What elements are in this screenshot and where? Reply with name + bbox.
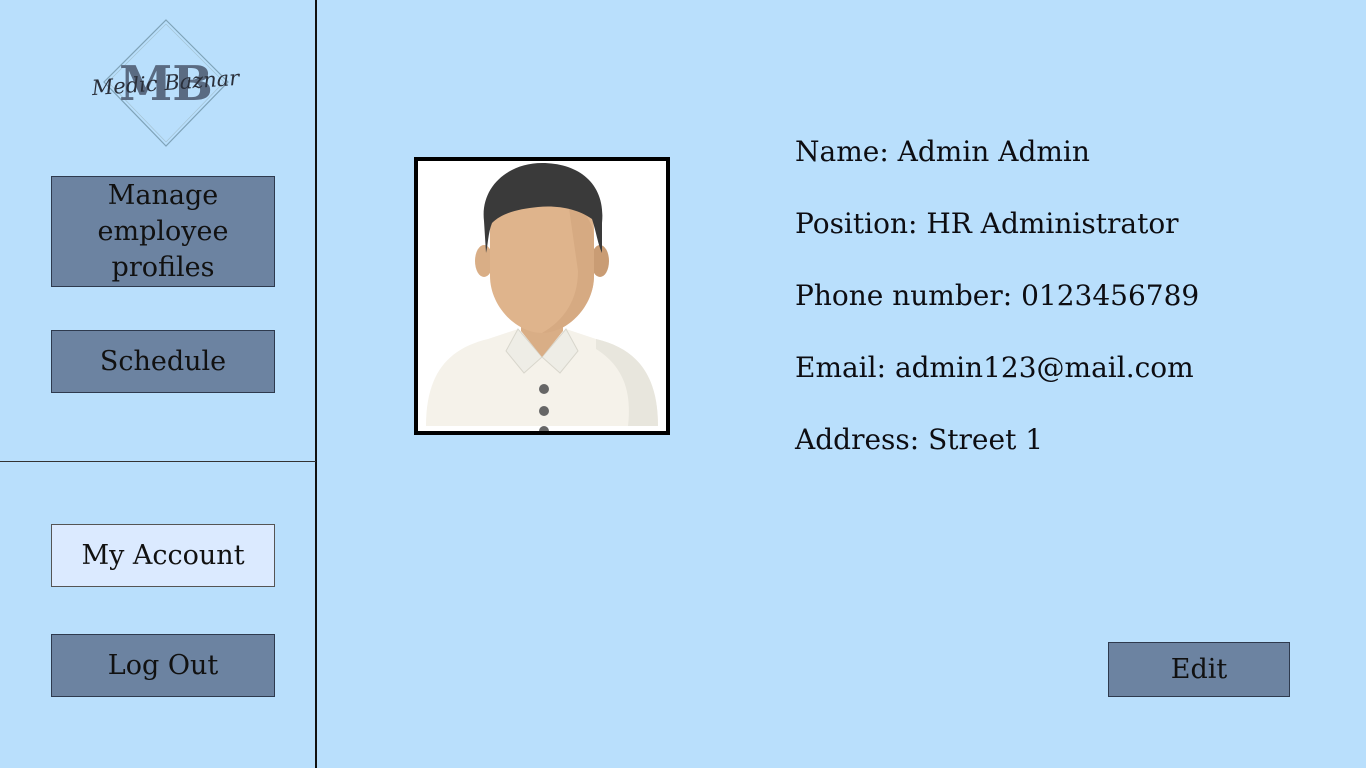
position-row: Position: HR Administrator: [795, 204, 1199, 276]
schedule-button[interactable]: Schedule: [51, 330, 275, 393]
name-label: Name:: [795, 135, 889, 168]
position-value: HR Administrator: [926, 207, 1179, 240]
sidebar: MB Medic Baznar Manage employee profiles…: [0, 0, 317, 768]
sidebar-divider: [0, 461, 316, 462]
log-out-button[interactable]: Log Out: [51, 634, 275, 697]
phone-value: 0123456789: [1021, 279, 1200, 312]
edit-button[interactable]: Edit: [1108, 642, 1290, 697]
my-account-label: My Account: [81, 539, 245, 571]
manage-employee-profiles-label: Manage employee profiles: [97, 179, 229, 283]
company-logo: MB Medic Baznar: [90, 19, 242, 147]
address-row: Address: Street 1: [795, 420, 1199, 492]
name-value: Admin Admin: [897, 135, 1090, 168]
profile-photo: [414, 157, 670, 435]
email-label: Email:: [795, 351, 887, 384]
profile-info: Name: Admin Admin Position: HR Administr…: [795, 132, 1199, 492]
phone-label: Phone number:: [795, 279, 1013, 312]
email-row: Email: admin123@mail.com: [795, 348, 1199, 420]
phone-row: Phone number: 0123456789: [795, 276, 1199, 348]
edit-label: Edit: [1170, 654, 1228, 685]
name-row: Name: Admin Admin: [795, 132, 1199, 204]
schedule-label: Schedule: [99, 345, 227, 377]
log-out-label: Log Out: [107, 649, 219, 681]
address-value: Street 1: [928, 423, 1044, 456]
user-avatar-icon: [426, 163, 658, 431]
email-value: admin123@mail.com: [894, 351, 1194, 384]
position-label: Position:: [795, 207, 918, 240]
my-account-button[interactable]: My Account: [51, 524, 275, 587]
address-label: Address:: [795, 423, 920, 456]
manage-employee-profiles-button[interactable]: Manage employee profiles: [51, 176, 275, 287]
